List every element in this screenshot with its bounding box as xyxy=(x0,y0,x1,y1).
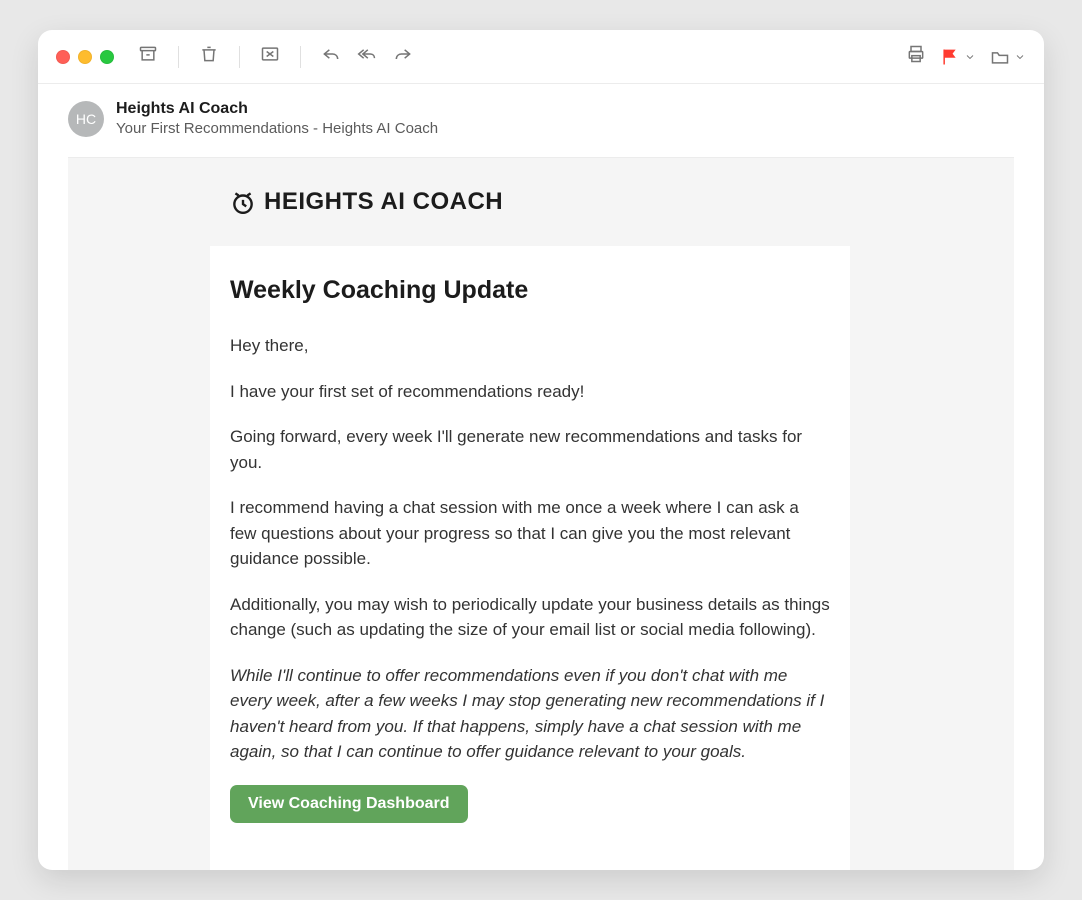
email-content: HEIGHTS AI COACH Weekly Coaching Update … xyxy=(210,158,850,870)
separator xyxy=(178,46,179,68)
email-paragraph: Going forward, every week I'll generate … xyxy=(230,424,830,475)
message-header: HC Heights AI Coach Your First Recommend… xyxy=(38,84,1044,157)
message-subject: Your First Recommendations - Heights AI … xyxy=(116,120,438,137)
email-paragraph: I have your first set of recommendations… xyxy=(230,379,830,405)
move-to-folder-button[interactable] xyxy=(990,47,1026,67)
forward-icon[interactable] xyxy=(393,44,413,69)
message-body-scroll[interactable]: HEIGHTS AI COACH Weekly Coaching Update … xyxy=(68,157,1014,870)
chevron-down-icon[interactable] xyxy=(964,51,976,63)
email-body: Weekly Coaching Update Hey there, I have… xyxy=(210,246,850,863)
email-paragraph-note: While I'll continue to offer recommendat… xyxy=(230,663,830,765)
email-paragraph: I recommend having a chat session with m… xyxy=(230,495,830,572)
brand-name: HEIGHTS AI COACH xyxy=(264,188,503,216)
email-brand-header: HEIGHTS AI COACH xyxy=(210,158,850,246)
trash-icon[interactable] xyxy=(199,44,219,69)
sender-avatar: HC xyxy=(68,101,104,137)
minimize-window-button[interactable] xyxy=(78,50,92,64)
email-heading: Weekly Coaching Update xyxy=(230,276,830,305)
separator xyxy=(300,46,301,68)
window-controls xyxy=(56,50,114,64)
message-actions-left xyxy=(138,44,413,69)
message-actions-right xyxy=(906,44,1026,69)
email-paragraph: Additionally, you may wish to periodical… xyxy=(230,592,830,643)
archive-icon[interactable] xyxy=(138,44,158,69)
close-window-button[interactable] xyxy=(56,50,70,64)
reply-all-icon[interactable] xyxy=(357,44,377,69)
flag-button[interactable] xyxy=(940,47,976,67)
email-paragraph: Hey there, xyxy=(230,333,830,359)
separator xyxy=(239,46,240,68)
chevron-down-icon[interactable] xyxy=(1014,51,1026,63)
reply-icon[interactable] xyxy=(321,44,341,69)
sender-name: Heights AI Coach xyxy=(116,100,438,118)
toolbar xyxy=(38,30,1044,84)
clock-icon xyxy=(230,189,256,215)
print-icon[interactable] xyxy=(906,44,926,69)
mail-window: HC Heights AI Coach Your First Recommend… xyxy=(38,30,1044,870)
zoom-window-button[interactable] xyxy=(100,50,114,64)
view-dashboard-button[interactable]: View Coaching Dashboard xyxy=(230,785,468,823)
junk-icon[interactable] xyxy=(260,44,280,69)
